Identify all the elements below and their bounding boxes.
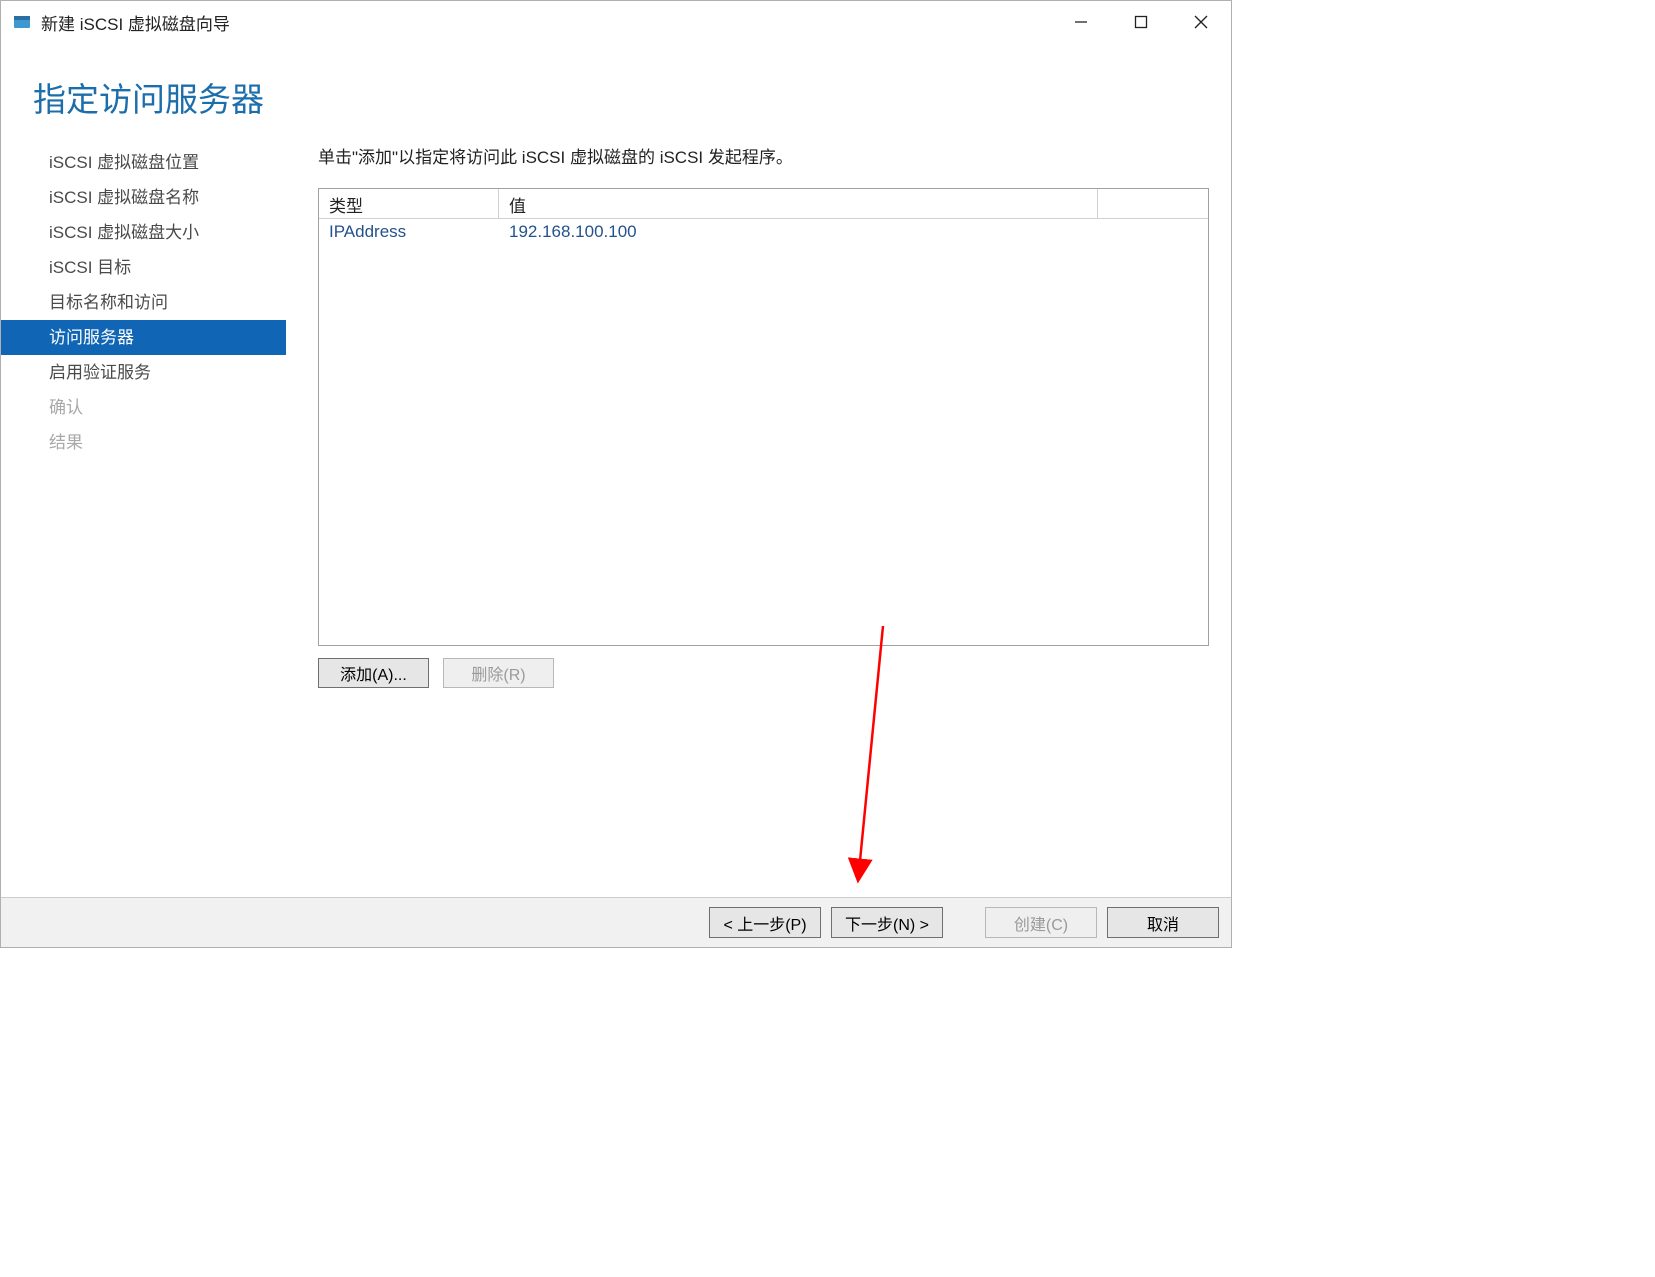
initiator-table[interactable]: 类型 值 IPAddress192.168.100.100	[318, 188, 1209, 646]
column-header-blank	[1098, 189, 1208, 219]
cell-value: 192.168.100.100	[499, 222, 1208, 242]
next-button[interactable]: 下一步(N) >	[831, 907, 943, 938]
background-below	[0, 948, 1232, 1277]
window-controls	[1051, 1, 1231, 43]
window-title: 新建 iSCSI 虚拟磁盘向导	[41, 10, 1051, 35]
table-actions: 添加(A)... 删除(R)	[318, 658, 1209, 688]
close-button[interactable]	[1171, 1, 1231, 43]
wizard-step-3[interactable]: iSCSI 目标	[1, 250, 286, 285]
wizard-window: 新建 iSCSI 虚拟磁盘向导 指定访问服务器 iSCSI 虚拟磁盘位置iSCS…	[0, 0, 1232, 948]
titlebar: 新建 iSCSI 虚拟磁盘向导	[1, 1, 1231, 43]
content-panel: 单击"添加"以指定将访问此 iSCSI 虚拟磁盘的 iSCSI 发起程序。 类型…	[286, 143, 1231, 897]
remove-button: 删除(R)	[443, 658, 554, 688]
maximize-button[interactable]	[1111, 1, 1171, 43]
column-header-type[interactable]: 类型	[319, 189, 499, 219]
page-title: 指定访问服务器	[33, 73, 1231, 121]
table-row[interactable]: IPAddress192.168.100.100	[319, 219, 1208, 245]
wizard-step-5[interactable]: 访问服务器	[1, 320, 286, 355]
wizard-step-1[interactable]: iSCSI 虚拟磁盘名称	[1, 180, 286, 215]
wizard-step-2[interactable]: iSCSI 虚拟磁盘大小	[1, 215, 286, 250]
table-header: 类型 值	[319, 189, 1208, 219]
wizard-step-6[interactable]: 启用验证服务	[1, 355, 286, 390]
cell-type: IPAddress	[319, 222, 499, 242]
create-button: 创建(C)	[985, 907, 1097, 938]
background-right	[1232, 0, 1655, 1277]
wizard-step-7: 确认	[1, 390, 286, 425]
previous-button[interactable]: < 上一步(P)	[709, 907, 821, 938]
wizard-step-4[interactable]: 目标名称和访问	[1, 285, 286, 320]
add-button[interactable]: 添加(A)...	[318, 658, 429, 688]
minimize-button[interactable]	[1051, 1, 1111, 43]
wizard-step-0[interactable]: iSCSI 虚拟磁盘位置	[1, 145, 286, 180]
wizard-footer: < 上一步(P) 下一步(N) > 创建(C) 取消	[1, 897, 1231, 947]
wizard-step-8: 结果	[1, 425, 286, 460]
column-header-value[interactable]: 值	[499, 189, 1098, 219]
wizard-steps-sidebar: iSCSI 虚拟磁盘位置iSCSI 虚拟磁盘名称iSCSI 虚拟磁盘大小iSCS…	[1, 143, 286, 897]
heading-area: 指定访问服务器	[1, 43, 1231, 121]
instruction-text: 单击"添加"以指定将访问此 iSCSI 虚拟磁盘的 iSCSI 发起程序。	[318, 143, 1209, 168]
app-icon	[11, 11, 33, 33]
cancel-button[interactable]: 取消	[1107, 907, 1219, 938]
body-area: iSCSI 虚拟磁盘位置iSCSI 虚拟磁盘名称iSCSI 虚拟磁盘大小iSCS…	[1, 121, 1231, 897]
